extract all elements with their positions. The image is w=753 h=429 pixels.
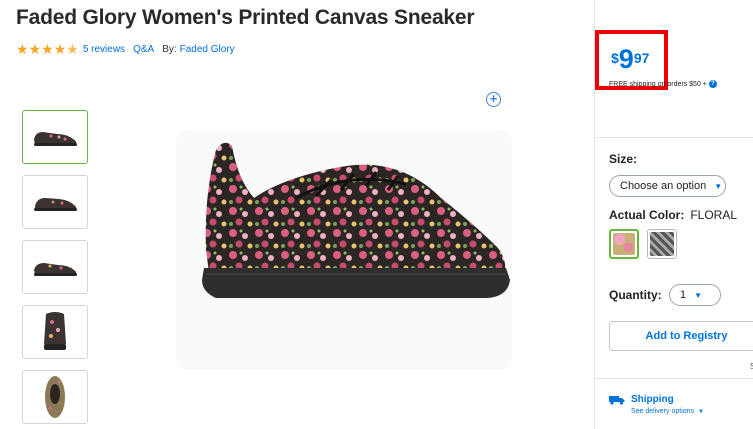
shoe-thumbnail-image [34, 132, 77, 146]
thumbnail-1[interactable] [22, 110, 88, 164]
floral-swatch-image [613, 233, 635, 255]
quantity-label: Quantity: [609, 288, 662, 302]
alt-swatch-image [650, 232, 674, 256]
price-dollar-sign: $ [611, 50, 619, 66]
star-icon: ★ [41, 41, 54, 57]
thumbnail-3[interactable] [22, 240, 88, 294]
chevron-down-icon: ▼ [714, 181, 723, 191]
by-label: By: [162, 43, 177, 55]
size-dropdown-value: Choose an option [620, 180, 707, 192]
delivery-options-link[interactable]: See delivery options ▼ [631, 408, 704, 415]
free-shipping-note: FREE shipping on orders $50 + ? [609, 80, 717, 88]
star-icon: ★ [16, 41, 29, 57]
reviews-link[interactable]: 5 reviews [83, 44, 125, 55]
color-swatch-floral[interactable] [609, 229, 639, 259]
product-main-image[interactable] [176, 130, 512, 370]
truck-icon [609, 396, 625, 405]
purchase-panel: $ 9 97 FREE shipping on orders $50 + ? S… [594, 0, 753, 429]
shipping-row: Shipping See delivery options ▼ [609, 394, 704, 415]
quantity-value: 1 [680, 289, 687, 301]
qa-link[interactable]: Q&A [133, 44, 154, 55]
price-box: $ 9 97 FREE shipping on orders $50 + ? [595, 0, 753, 138]
free-shipping-text: FREE shipping on orders $50 + [609, 80, 707, 88]
chevron-down-icon: ▼ [694, 290, 703, 300]
brand-link[interactable]: Faded Glory [180, 44, 235, 55]
size-dropdown[interactable]: Choose an option ▼ [609, 175, 726, 197]
color-value: FLORAL [690, 208, 738, 222]
shoe-thumbnail-image [34, 198, 77, 211]
price-cents: 97 [633, 50, 650, 66]
divider [595, 378, 753, 379]
shipping-title: Shipping [631, 394, 674, 405]
thumbnail-2[interactable] [22, 175, 88, 229]
color-swatch-alt[interactable] [647, 229, 677, 259]
shoe-thumbnail-image [45, 376, 65, 418]
price: $ 9 97 [611, 44, 650, 74]
shoe-thumbnail-image [34, 263, 77, 276]
chevron-down-icon: ▼ [698, 409, 704, 415]
product-title: Faded Glory Women's Printed Canvas Sneak… [16, 6, 475, 29]
rating-row: ★ ★ ★ ★ ★ 5 reviews Q&A By: Faded Glory [16, 42, 243, 56]
rating-stars[interactable]: ★ ★ ★ ★ ★ [16, 42, 79, 56]
star-icon: ★ [53, 41, 67, 57]
size-label: Size: [609, 152, 638, 166]
question-icon[interactable]: ? [708, 80, 717, 88]
shoe-thumbnail-image [44, 312, 66, 350]
color-label: Actual Color: FLORAL [609, 208, 737, 222]
thumbnail-4[interactable] [22, 305, 88, 359]
price-whole: 9 [618, 44, 634, 74]
thumbnail-5[interactable] [22, 370, 88, 424]
thumbnail-list [22, 110, 90, 429]
quantity-dropdown[interactable]: 1 ▼ [669, 284, 721, 306]
half-star-icon: ★ [66, 41, 79, 57]
color-label-text: Actual Color: [609, 208, 685, 222]
zoom-icon[interactable]: + [486, 92, 501, 107]
shoe-image [202, 142, 510, 298]
star-icon: ★ [28, 41, 42, 57]
delivery-options-text: See delivery options [631, 408, 695, 415]
add-to-registry-button[interactable]: Add to Registry [609, 321, 753, 351]
